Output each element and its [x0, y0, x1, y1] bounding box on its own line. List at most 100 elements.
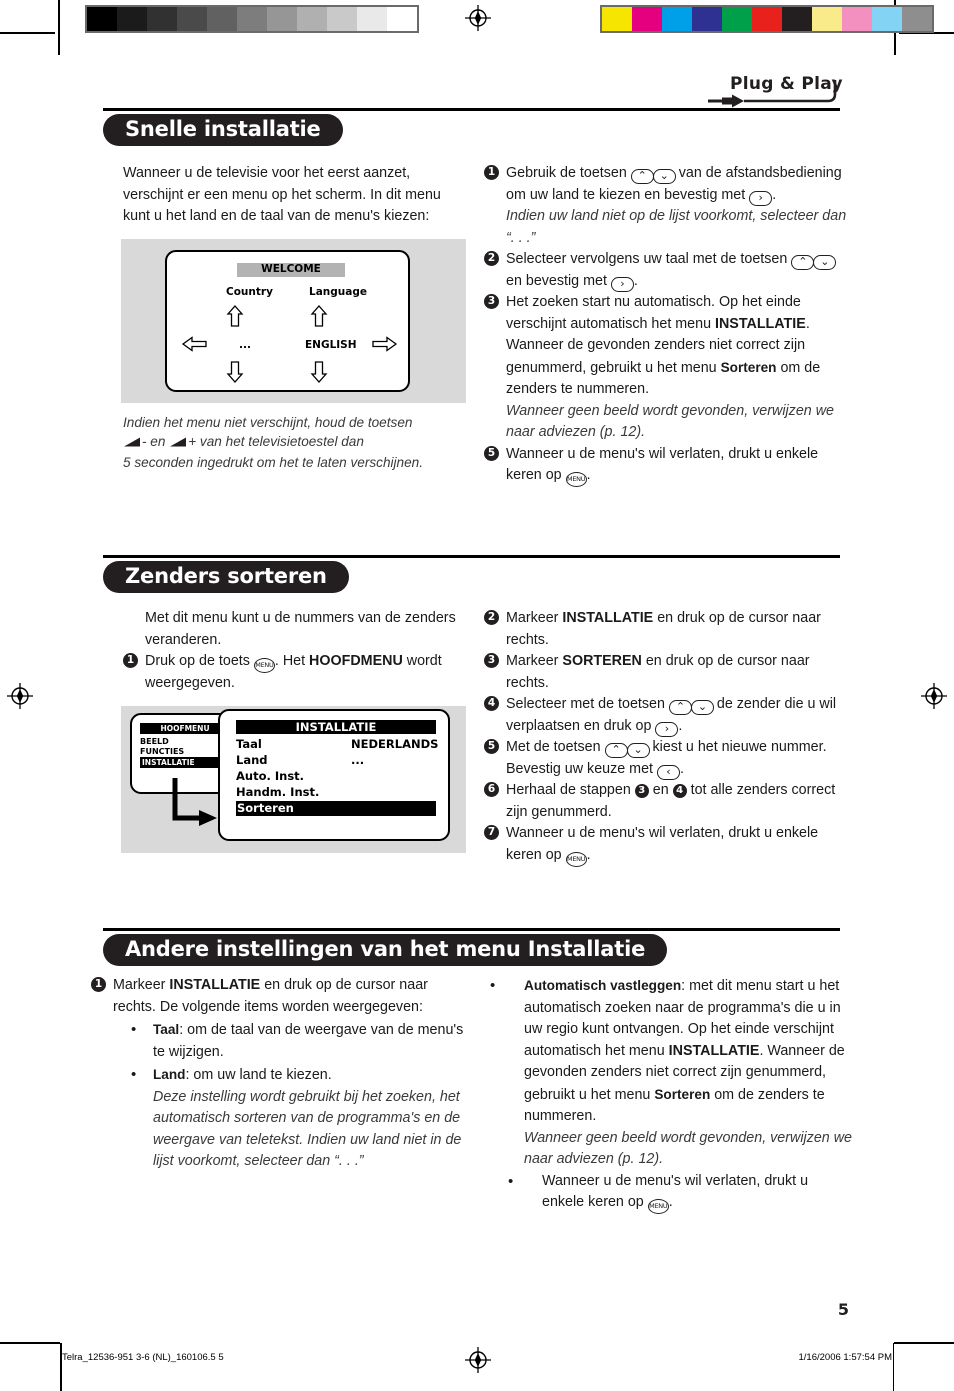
up-down-keys-icon: ⌃ ⌄ [791, 249, 837, 271]
up-down-keys-icon: ⌃ ⌄ [630, 163, 676, 185]
section-title: Zenders sorteren [103, 561, 349, 593]
installatie-row-taal-value: NEDERLANDS [351, 737, 439, 751]
bullet-text: Taal: om de taal van de weergave van de … [153, 1022, 464, 1060]
note-line-3: 5 seconden ingedrukt om het te laten ver… [123, 455, 424, 470]
installatie-menu-figure: HOOFMENU BEELD FUNCTIES INSTALLATIE INST… [121, 706, 466, 853]
step-text: Herhaal de stappen 3 en 4 tot alle zende… [506, 782, 836, 820]
numbered-step: 6 Herhaal de stappen 3 en 4 tot alle zend… [484, 780, 852, 823]
installatie-row-land-value: ... [351, 753, 365, 767]
emphasis-text: Sorteren [720, 359, 777, 375]
volume-up-icon [169, 434, 188, 453]
step-number-badge: 7 [484, 825, 499, 840]
emphasis-text: SORTEREN [562, 653, 642, 669]
step-text: Markeer SORTEREN en druk op de cursor na… [506, 653, 810, 691]
numbered-step: 1 Gebruik de toetsen ⌃ ⌄ van de afstandsbe… [484, 163, 852, 249]
installatie-row-auto-inst-label: Auto. Inst. [236, 769, 305, 783]
installatie-row-taal-label: Taal [236, 737, 262, 751]
footer-file-info: Telra_12536-951 3-6 (NL)_160106.5 5 [62, 1352, 224, 1363]
cursor-left-key-icon: ‹ [656, 764, 680, 780]
footer-timestamp: 1/16/2006 1:57:54 PM [798, 1352, 893, 1363]
step-text: Selecteer vervolgens uw taal met de toet… [506, 249, 837, 292]
welcome-screen-figure: WELCOME Country Language ... ENGLISH [121, 239, 466, 403]
numbered-step: 5 Met de toetsen ⌃ ⌄ kiest u het nieuwe nu… [484, 737, 852, 780]
bullet-item: • Automatisch vastleggen: met dit menu st… [484, 975, 852, 1171]
section-rule [103, 555, 840, 558]
step-number-badge: 1 [484, 165, 499, 180]
step-note: Indien uw land niet op de lijst voorkomt… [506, 208, 847, 246]
section-rule [103, 928, 840, 931]
bullet-item: • Taal: om de taal van de weergave van de… [113, 1019, 466, 1063]
emphasis-text: INSTALLATIE [169, 977, 261, 993]
step-text: Markeer INSTALLATIE en druk op de cursor… [113, 977, 428, 1015]
section2-intro: Met dit menu kunt u de nummers van de ze… [145, 610, 456, 648]
section2-left-column: Met dit menu kunt u de nummers van de ze… [123, 608, 468, 651]
manual-page: Plug & Play Snelle installatie Wanneer u… [0, 0, 954, 1391]
up-down-keys-icon: ⌃ ⌄ [668, 694, 714, 716]
step-text: Wanneer u de menu's wil verlaten, drukt … [506, 825, 818, 867]
volume-down-icon [123, 434, 142, 453]
cursor-up-key-icon: ⌃ [604, 743, 628, 758]
section2-right-column: 2 Markeer INSTALLATIE en druk op de curso… [484, 608, 852, 867]
section1-right-column: 1 Gebruik de toetsen ⌃ ⌄ van de afstandsbe… [484, 163, 852, 487]
note-line-2: - en + van het televisietoestel dan [123, 432, 468, 453]
numbered-step: 4 Selecteer met de toetsen ⌃ ⌄ de zender d… [484, 694, 852, 737]
up-down-keys-icon: ⌃ ⌄ [604, 737, 650, 759]
section1-left-column: Wanneer u de televisie voor het eerst aa… [123, 163, 463, 228]
bullet-note: Wanneer geen beeld wordt gevonden, verwi… [524, 1129, 852, 1168]
step-number-badge: 2 [484, 610, 499, 625]
section-rule [103, 108, 840, 111]
step-number-badge: 3 [484, 653, 499, 668]
cursor-down-key-icon: ⌄ [652, 169, 676, 184]
welcome-tv-box: WELCOME Country Language ... ENGLISH [165, 250, 410, 392]
installatie-header: INSTALLATIE [236, 720, 436, 734]
step-text: Het zoeken start nu automatisch. Op het … [506, 294, 821, 397]
numbered-step: 3 Markeer SORTEREN en druk op de cursor n… [484, 651, 852, 694]
step-reference-badge: 4 [672, 784, 687, 798]
emphasis-text: INSTALLATIE [668, 1042, 760, 1059]
note-line-1: Indien het menu niet verschijnt, houd de… [123, 415, 413, 430]
section2-left-steps: 1 Druk op de toets MENU. Het HOOFDMENU wo… [123, 651, 468, 695]
emphasis-text: INSTALLATIE [562, 610, 654, 626]
bullet-text: Wanneer u de menu's wil verlaten, drukt … [542, 1173, 808, 1214]
step-note: Wanneer geen beeld wordt gevonden, verwi… [506, 402, 834, 441]
step-reference-badge: 3 [634, 784, 649, 798]
cursor-right-key-icon: › [749, 190, 773, 206]
emphasis-text: Taal [153, 1022, 180, 1037]
section-header-snelle-installatie: Snelle installatie [103, 108, 840, 146]
menu-key-icon: MENU [253, 658, 275, 673]
section1-intro: Wanneer u de televisie voor het eerst aa… [123, 165, 441, 224]
cursor-right-key-icon: › [610, 276, 634, 292]
cursor-right-key-icon: › [655, 721, 679, 737]
cursor-up-key-icon: ⌃ [791, 255, 815, 270]
menu-key-icon: MENU [565, 472, 587, 487]
step-text: Wanneer u de menu's wil verlaten, drukt … [506, 446, 818, 487]
numbered-step: 1 Markeer INSTALLATIE en druk op de curso… [91, 975, 466, 1173]
step-number-badge: 1 [123, 653, 138, 668]
step-text: Markeer INSTALLATIE en druk op de cursor… [506, 610, 821, 648]
installatie-row-handm-inst-label: Handm. Inst. [236, 785, 320, 799]
step-text: Met de toetsen ⌃ ⌄ kiest u het nieuwe num… [506, 737, 827, 780]
numbered-step: 5 Wanneer u de menu's wil verlaten, drukt… [484, 444, 852, 487]
bullet-item: • Wanneer u de menu's wil verlaten, drukt… [484, 1171, 852, 1214]
bullet-text: Automatisch vastleggen: met dit menu sta… [524, 978, 845, 1124]
emphasis-text: HOOFDMENU [309, 653, 403, 669]
section1-figure-note: Indien het menu niet verschijnt, houd de… [123, 413, 468, 472]
step-text: Selecteer met de toetsen ⌃ ⌄ de zender di… [506, 694, 837, 737]
emphasis-text: Land [153, 1067, 186, 1082]
note-line-2a: - en [142, 434, 166, 449]
section3-right-column: • Automatisch vastleggen: met dit menu st… [484, 975, 852, 1214]
numbered-step: 2 Markeer INSTALLATIE en druk op de curso… [484, 608, 852, 651]
step-number-badge: 6 [484, 782, 499, 797]
section3-left-column: 1 Markeer INSTALLATIE en druk op de curso… [91, 975, 466, 1173]
step-number-badge: 1 [91, 977, 106, 992]
cursor-up-key-icon: ⌃ [630, 169, 654, 184]
step-number-badge: 5 [484, 739, 499, 754]
numbered-step: 2 Selecteer vervolgens uw taal met de toe… [484, 249, 852, 292]
section-header-zenders-sorteren: Zenders sorteren [103, 555, 840, 593]
step-number-badge: 3 [484, 294, 499, 309]
bullet-text: Land: om uw land te kiezen. [153, 1067, 332, 1083]
numbered-step: 1 Druk op de toets MENU. Het HOOFDMENU wo… [123, 651, 468, 695]
cursor-down-key-icon: ⌄ [813, 255, 837, 270]
emphasis-text: INSTALLATIE [715, 315, 806, 332]
cursor-down-key-icon: ⌄ [690, 700, 714, 715]
